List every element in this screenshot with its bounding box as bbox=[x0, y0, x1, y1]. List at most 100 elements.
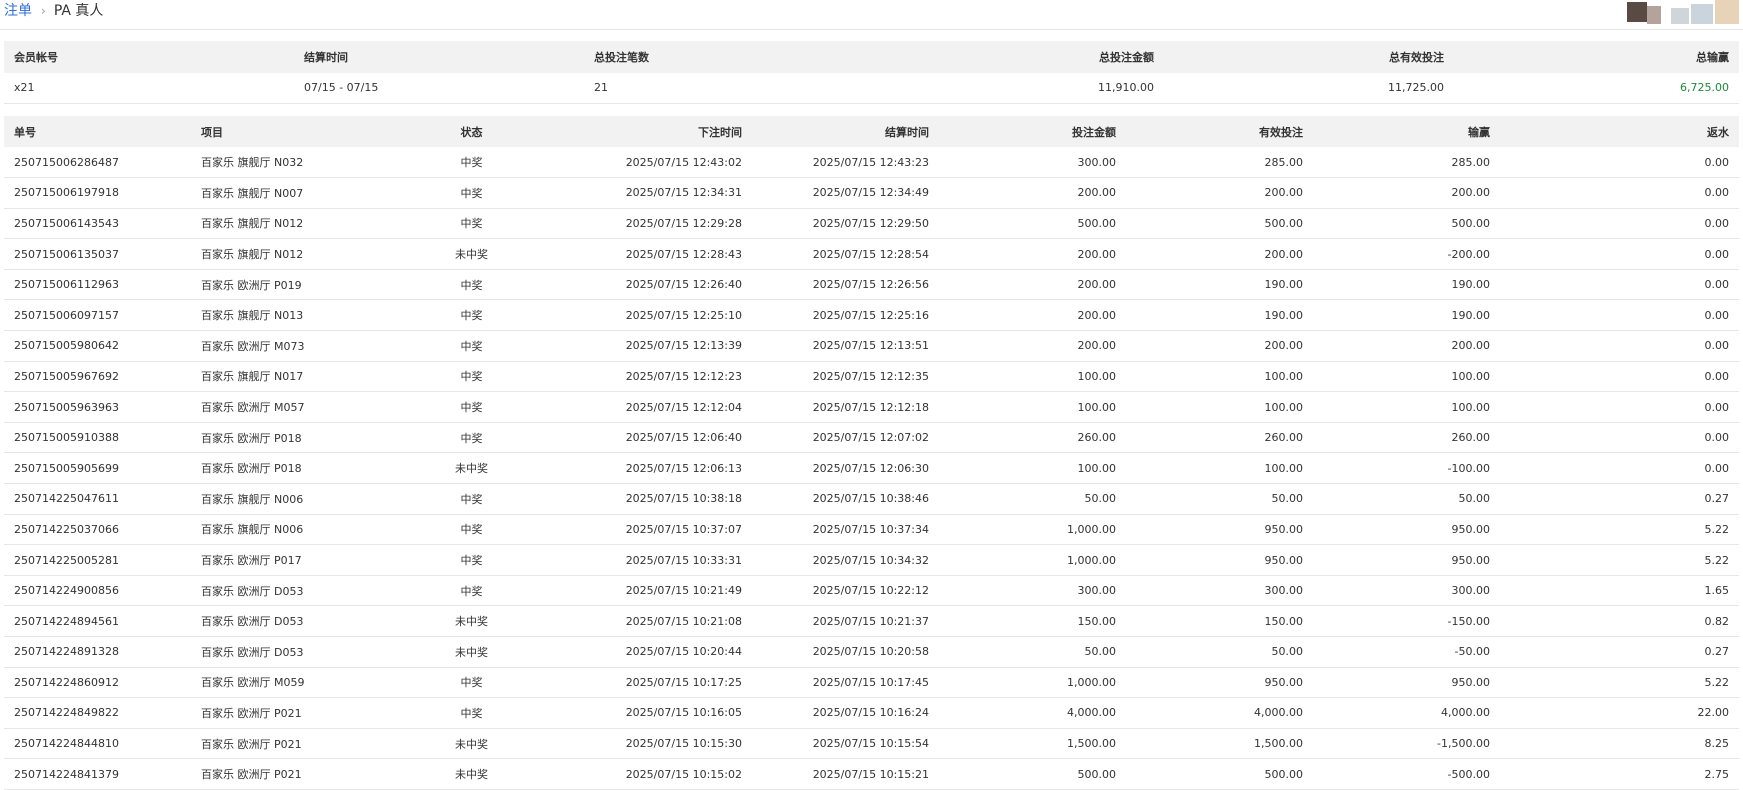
settle-time: 2025/07/15 12:28:54 bbox=[752, 238, 939, 270]
valid-bet: 100.00 bbox=[1126, 361, 1313, 393]
bet-time: 2025/07/15 10:33:31 bbox=[565, 544, 752, 576]
valid-bet: 950.00 bbox=[1126, 667, 1313, 699]
bet-id: 250714224860912 bbox=[4, 667, 191, 699]
winloss: 50.00 bbox=[1313, 483, 1500, 515]
bet-item: 百家乐 欧洲厅 M059 bbox=[191, 667, 378, 699]
bets-body: 250715006286487 百家乐 旗舰厅 N032 中奖 2025/07/15 … bbox=[4, 147, 1739, 790]
valid-bet: 100.00 bbox=[1126, 391, 1313, 423]
chevron-right-icon: › bbox=[41, 4, 46, 18]
table-row: 250714225047611 百家乐 旗舰厅 N006 中奖 2025/07/15 … bbox=[4, 483, 1739, 515]
breadcrumb-root-link[interactable]: 注单 bbox=[4, 3, 32, 19]
valid-bet: 285.00 bbox=[1126, 147, 1313, 179]
rebate: 0.00 bbox=[1500, 391, 1739, 423]
bet-status: 中奖 bbox=[378, 483, 565, 515]
bet-id: 250715006097157 bbox=[4, 299, 191, 332]
table-row: 250714224844810 百家乐 欧洲厅 P021 未中奖 2025/07/15… bbox=[4, 728, 1739, 760]
bet-amount: 150.00 bbox=[939, 605, 1126, 637]
bet-item: 百家乐 旗舰厅 N013 bbox=[191, 299, 378, 332]
winloss: -150.00 bbox=[1313, 605, 1500, 637]
bet-status: 中奖 bbox=[378, 361, 565, 393]
bet-time: 2025/07/15 10:21:08 bbox=[565, 605, 752, 637]
rebate: 5.22 bbox=[1500, 514, 1739, 546]
winloss: -50.00 bbox=[1313, 636, 1500, 668]
bet-time: 2025/07/15 10:21:49 bbox=[565, 575, 752, 607]
bet-amount: 200.00 bbox=[939, 177, 1126, 209]
rebate: 0.27 bbox=[1500, 636, 1739, 668]
table-row: 250714224894561 百家乐 欧洲厅 D053 未中奖 2025/07/15… bbox=[4, 605, 1739, 637]
bet-amount: 100.00 bbox=[939, 391, 1126, 423]
bet-time: 2025/07/15 12:26:40 bbox=[565, 269, 752, 301]
bet-id: 250714225047611 bbox=[4, 483, 191, 515]
avatar[interactable] bbox=[1623, 0, 1743, 28]
bet-amount: 200.00 bbox=[939, 299, 1126, 332]
bet-item: 百家乐 旗舰厅 N012 bbox=[191, 238, 378, 270]
table-row: 250714224849822 百家乐 欧洲厅 P021 中奖 2025/07/15 … bbox=[4, 697, 1739, 729]
bet-time: 2025/07/15 12:13:39 bbox=[565, 330, 752, 362]
summary-total-winloss: 6,725.00 bbox=[1454, 73, 1739, 104]
valid-bet: 50.00 bbox=[1126, 483, 1313, 515]
winloss: 950.00 bbox=[1313, 667, 1500, 699]
bet-status: 中奖 bbox=[378, 299, 565, 332]
table-row: 250715005910388 百家乐 欧洲厅 P018 中奖 2025/07/15 … bbox=[4, 422, 1739, 454]
valid-bet: 150.00 bbox=[1126, 605, 1313, 637]
winloss: 100.00 bbox=[1313, 391, 1500, 423]
table-row: 250715006112963 百家乐 欧洲厅 P019 中奖 2025/07/15 … bbox=[4, 269, 1739, 301]
bet-time: 2025/07/15 10:15:02 bbox=[565, 758, 752, 790]
valid-bet: 300.00 bbox=[1126, 575, 1313, 607]
rebate: 0.27 bbox=[1500, 483, 1739, 515]
bet-status: 中奖 bbox=[378, 575, 565, 607]
bet-time: 2025/07/15 12:06:13 bbox=[565, 452, 752, 485]
bet-time: 2025/07/15 10:15:30 bbox=[565, 728, 752, 760]
bet-amount: 1,000.00 bbox=[939, 667, 1126, 699]
rebate: 0.00 bbox=[1500, 238, 1739, 270]
bet-amount: 1,000.00 bbox=[939, 544, 1126, 576]
valid-bet: 100.00 bbox=[1126, 452, 1313, 485]
summary-settle-range: 07/15 - 07/15 bbox=[294, 73, 584, 104]
bet-item: 百家乐 欧洲厅 P018 bbox=[191, 422, 378, 454]
rebate: 0.00 bbox=[1500, 422, 1739, 454]
settle-time: 2025/07/15 10:17:45 bbox=[752, 667, 939, 699]
bet-time: 2025/07/15 10:37:07 bbox=[565, 514, 752, 546]
summary-bet-count: 21 bbox=[584, 73, 874, 104]
bets-table: 单号 项目 状态 下注时间 结算时间 投注金额 有效投注 输赢 返水 25071… bbox=[4, 116, 1739, 790]
bet-id: 250714224894561 bbox=[4, 605, 191, 637]
bet-item: 百家乐 欧洲厅 P021 bbox=[191, 728, 378, 760]
col-header-bet-time: 下注时间 bbox=[698, 125, 742, 139]
bet-amount: 200.00 bbox=[939, 269, 1126, 301]
bet-id: 250715005967692 bbox=[4, 361, 191, 393]
settle-time: 2025/07/15 10:34:32 bbox=[752, 544, 939, 576]
rebate: 5.22 bbox=[1500, 667, 1739, 699]
bet-item: 百家乐 欧洲厅 D053 bbox=[191, 636, 378, 668]
bet-amount: 50.00 bbox=[939, 483, 1126, 515]
table-row: 250715006097157 百家乐 旗舰厅 N013 中奖 2025/07/15 … bbox=[4, 299, 1739, 332]
bet-amount: 1,500.00 bbox=[939, 728, 1126, 760]
winloss: 200.00 bbox=[1313, 177, 1500, 209]
rebate: 22.00 bbox=[1500, 697, 1739, 729]
bet-status: 中奖 bbox=[378, 330, 565, 362]
rebate: 0.00 bbox=[1500, 299, 1739, 332]
col-header-bet-amount: 投注金额 bbox=[1072, 125, 1116, 139]
winloss: 200.00 bbox=[1313, 330, 1500, 362]
rebate: 8.25 bbox=[1500, 728, 1739, 760]
bet-status: 未中奖 bbox=[378, 605, 565, 637]
avatar-pixel bbox=[1691, 4, 1713, 24]
table-row: 250714224860912 百家乐 欧洲厅 M059 中奖 2025/07/15 … bbox=[4, 667, 1739, 699]
bet-id: 250715005905699 bbox=[4, 452, 191, 485]
summary-account: x21 bbox=[4, 73, 294, 104]
bet-id: 250715006143543 bbox=[4, 208, 191, 240]
rebate: 5.22 bbox=[1500, 544, 1739, 576]
winloss: -500.00 bbox=[1313, 758, 1500, 790]
valid-bet: 50.00 bbox=[1126, 636, 1313, 668]
bet-item: 百家乐 旗舰厅 N006 bbox=[191, 514, 378, 546]
bet-status: 未中奖 bbox=[378, 452, 565, 485]
col-header-total-bet: 总投注金额 bbox=[1099, 51, 1154, 64]
rebate: 0.00 bbox=[1500, 269, 1739, 301]
winloss: 4,000.00 bbox=[1313, 697, 1500, 729]
rebate: 0.82 bbox=[1500, 605, 1739, 637]
table-row: 250714224900856 百家乐 欧洲厅 D053 中奖 2025/07/15 … bbox=[4, 575, 1739, 607]
winloss: 950.00 bbox=[1313, 544, 1500, 576]
valid-bet: 1,500.00 bbox=[1126, 728, 1313, 760]
bet-status: 中奖 bbox=[378, 667, 565, 699]
bet-item: 百家乐 欧洲厅 D053 bbox=[191, 575, 378, 607]
settle-time: 2025/07/15 10:15:21 bbox=[752, 758, 939, 790]
